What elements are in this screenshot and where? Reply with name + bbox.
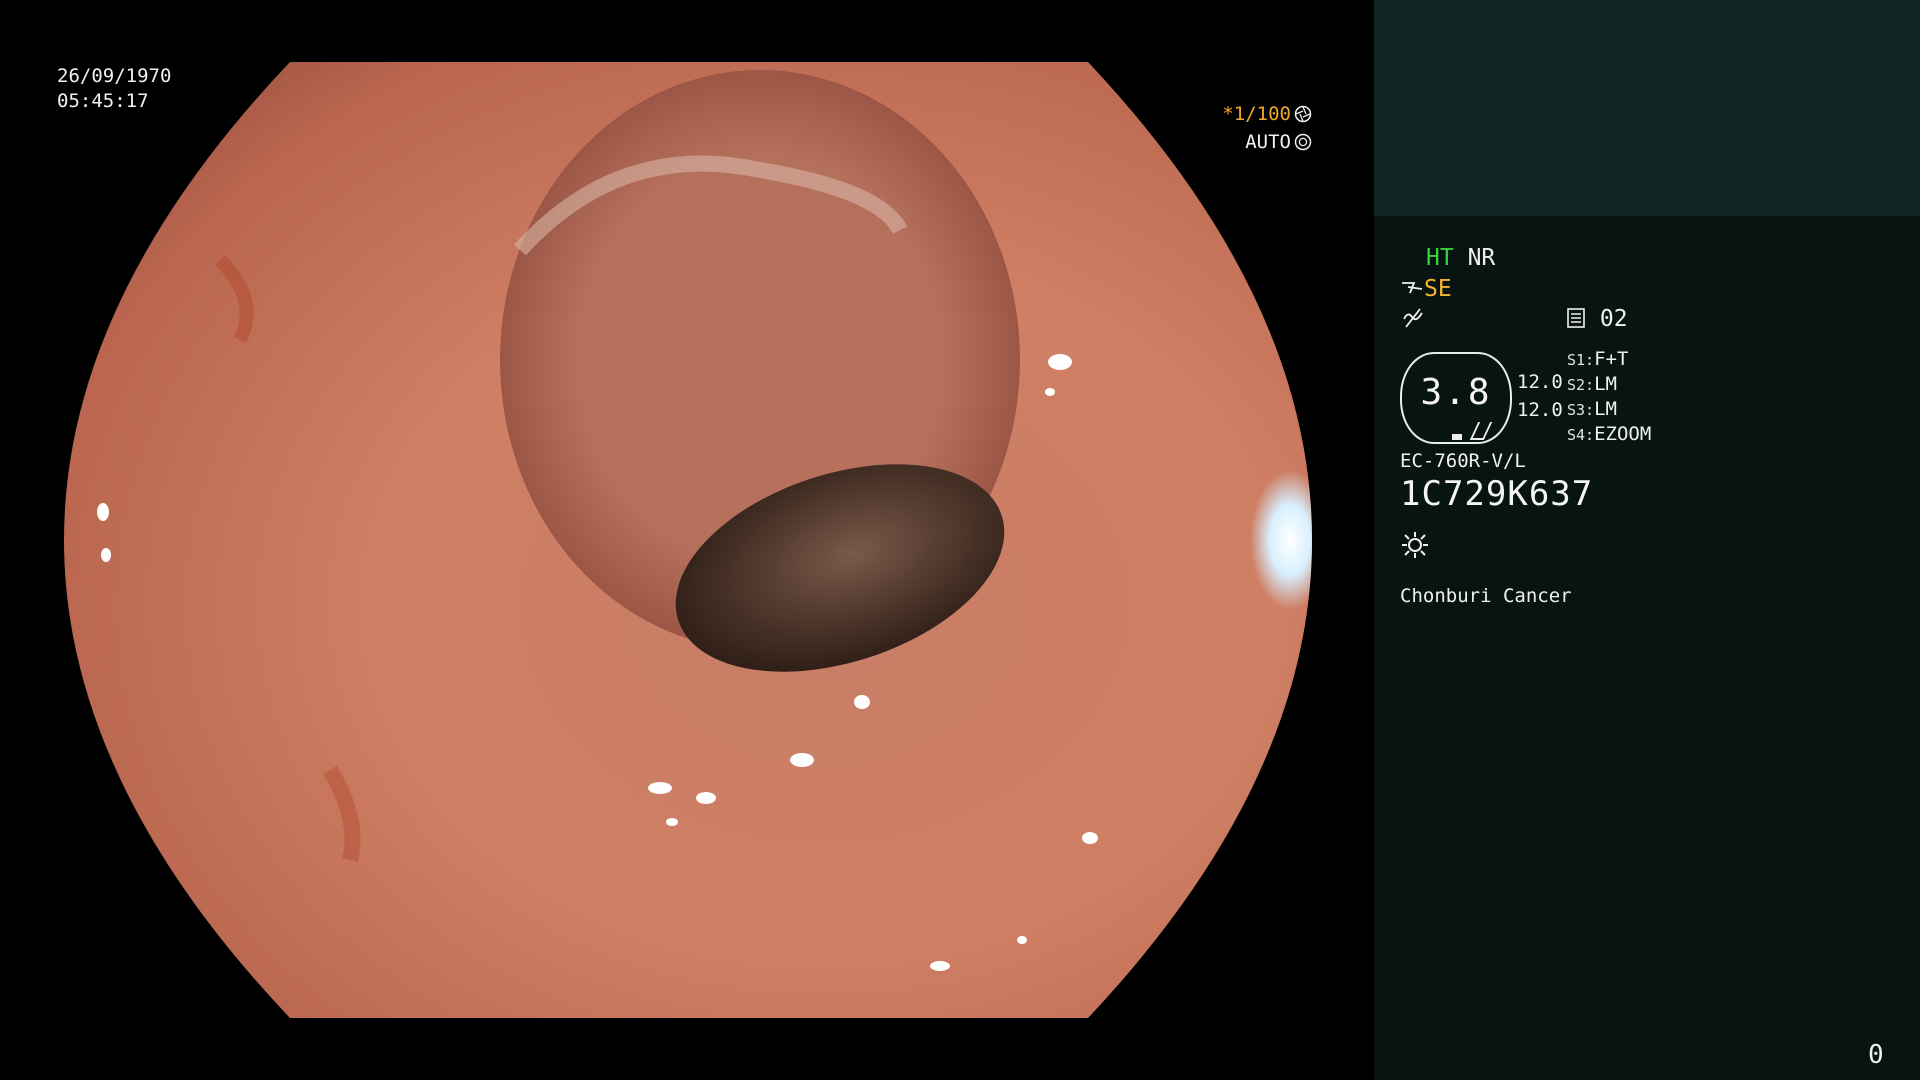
switch-list: S1:F+T S2:LM S3:LM S4:EZOOM: [1567, 348, 1651, 448]
zoom-slash-mark: [1469, 422, 1493, 440]
ht-nr-row: HT NR: [1426, 244, 1495, 272]
pill-right-top: 12.0: [1517, 371, 1563, 393]
switch-row-1: S1:F+T: [1567, 348, 1651, 373]
switch-row-3: S3:LM: [1567, 398, 1651, 423]
zoom-bar-mark: [1452, 434, 1462, 440]
switch-row-2: S2:LM: [1567, 373, 1651, 398]
shutter-overlay: *1/100 AUTO: [1222, 100, 1312, 156]
pill-right-bottom: 12.0: [1517, 399, 1563, 421]
zigzag-icon: [1403, 308, 1423, 328]
zoom-value: 3.8: [1420, 372, 1492, 413]
storage-icon: [1567, 308, 1585, 328]
switch-key: S1:: [1567, 351, 1595, 369]
endoscopy-video-area: 26/09/1970 05:45:17 *1/100 AUTO: [0, 0, 1374, 1080]
date-time-overlay: 26/09/1970 05:45:17: [57, 64, 171, 114]
switch-value: EZOOM: [1594, 423, 1652, 445]
side-panel-header: [1374, 0, 1920, 216]
se-row: SE: [1400, 275, 1452, 303]
switch-value: F+T: [1594, 348, 1629, 370]
switch-key: S3:: [1567, 401, 1595, 419]
institution-name: Chonburi Cancer: [1400, 585, 1572, 607]
switch-row-4: S4:EZOOM: [1567, 423, 1651, 448]
switch-key: S4:: [1567, 426, 1595, 444]
ht-label: HT: [1426, 245, 1454, 271]
switch-value: LM: [1594, 373, 1617, 395]
zoom-indicator: 3.8: [1400, 352, 1512, 444]
iris-icon: [1294, 133, 1312, 151]
endoscopic-image: [64, 62, 1312, 1018]
se-label: SE: [1424, 276, 1452, 302]
scope-model: EC-760R-V/L: [1400, 450, 1526, 472]
scope-serial: 1C729K637: [1400, 474, 1594, 514]
brightness-icon: [1402, 532, 1428, 558]
exposure-mode-text: AUTO: [1245, 131, 1291, 153]
storage-row: 02: [1566, 305, 1628, 333]
switch-key: S2:: [1567, 376, 1595, 394]
shutter-speed-text: *1/100: [1222, 103, 1291, 125]
scope-tip-icon: [1402, 282, 1423, 294]
frame-counter: 0: [1868, 1040, 1884, 1070]
aperture-icon: [1294, 105, 1312, 123]
switch-value: LM: [1594, 398, 1617, 420]
nr-label: NR: [1467, 245, 1496, 271]
status-side-panel: [1374, 0, 1920, 1080]
storage-number: 02: [1599, 306, 1628, 332]
time-text: 05:45:17: [57, 90, 149, 112]
date-text: 26/09/1970: [57, 65, 172, 87]
